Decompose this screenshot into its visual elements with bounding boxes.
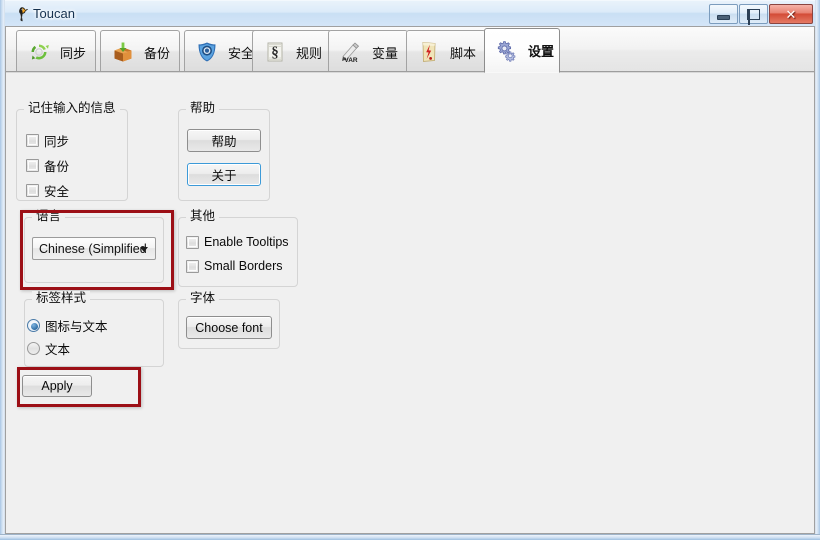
tab-backup[interactable]: 备份 bbox=[100, 30, 180, 73]
settings-page: 记住输入的信息 同步 备份 安全 帮助 帮助 关于 语言 Chinese (Si… bbox=[6, 73, 814, 533]
radio-box[interactable] bbox=[27, 319, 40, 332]
chevron-down-icon[interactable] bbox=[140, 246, 148, 252]
apply-button-label: Apply bbox=[41, 379, 73, 393]
tab-bar: 同步 备份 安全 § 规则 VAR 变量 脚本 设置 bbox=[6, 27, 814, 73]
checkbox-box[interactable] bbox=[186, 259, 199, 273]
backup-icon bbox=[111, 40, 135, 64]
checkbox-remember-backup[interactable]: 备份 bbox=[26, 156, 69, 175]
title-bar[interactable]: Toucan ✕ bbox=[0, 0, 820, 27]
window-frame-right bbox=[815, 0, 820, 540]
checkbox-box[interactable] bbox=[26, 159, 39, 172]
client-area: 同步 备份 安全 § 规则 VAR 变量 脚本 设置 记住输入的信息 同步 备份… bbox=[5, 26, 815, 534]
svg-text:VAR: VAR bbox=[344, 57, 358, 64]
tab-settings[interactable]: 设置 bbox=[484, 28, 560, 73]
checkbox-enable-tooltips[interactable]: Enable Tooltips bbox=[186, 235, 289, 249]
tab-variables[interactable]: VAR 变量 bbox=[328, 30, 408, 73]
help-button-label: 帮助 bbox=[211, 135, 237, 149]
tab-settings-label: 设置 bbox=[528, 44, 555, 59]
help-group-title: 帮助 bbox=[186, 101, 220, 115]
tab-rules-label: 规则 bbox=[296, 45, 323, 61]
about-button-label: 关于 bbox=[211, 169, 237, 183]
tab-script[interactable]: 脚本 bbox=[406, 30, 486, 73]
checkbox-box[interactable] bbox=[26, 134, 39, 147]
language-group-title: 语言 bbox=[32, 209, 66, 223]
other-group: 其他 bbox=[178, 209, 298, 287]
checkbox-label: 备份 bbox=[44, 160, 70, 174]
window-frame-bottom bbox=[0, 534, 820, 540]
font-group-title: 字体 bbox=[186, 291, 220, 305]
rules-icon: § bbox=[263, 40, 287, 64]
checkbox-remember-secure[interactable]: 安全 bbox=[26, 181, 69, 200]
tab-backup-label: 备份 bbox=[144, 45, 171, 61]
minimize-icon bbox=[710, 5, 737, 23]
maximize-icon bbox=[740, 5, 767, 25]
tab-rules[interactable]: § 规则 bbox=[252, 30, 332, 73]
checkbox-label: 安全 bbox=[44, 185, 70, 199]
maximize-button[interactable] bbox=[739, 4, 768, 25]
window-title: Toucan bbox=[33, 6, 75, 21]
sync-icon bbox=[27, 40, 51, 64]
help-button[interactable]: 帮助 bbox=[187, 129, 261, 152]
checkbox-label: Small Borders bbox=[204, 259, 283, 273]
tab-style-group-title: 标签样式 bbox=[32, 291, 91, 305]
variables-icon: VAR bbox=[339, 40, 363, 64]
application-window: Toucan ✕ 同步 备份 安全 § 规则 VAR 变量 脚本 设置 记住输入… bbox=[0, 0, 820, 540]
close-icon: ✕ bbox=[785, 6, 797, 22]
choose-font-button[interactable]: Choose font bbox=[186, 316, 272, 339]
other-group-title: 其他 bbox=[186, 209, 220, 223]
settings-icon bbox=[495, 39, 519, 63]
tab-script-label: 脚本 bbox=[450, 45, 477, 61]
tab-sync-label: 同步 bbox=[60, 45, 87, 61]
checkbox-box[interactable] bbox=[26, 184, 39, 197]
minimize-button[interactable] bbox=[709, 4, 738, 24]
checkbox-small-borders[interactable]: Small Borders bbox=[186, 259, 283, 273]
svg-text:§: § bbox=[271, 45, 279, 61]
help-group: 帮助 bbox=[178, 101, 270, 201]
language-select-value: Chinese (Simplified bbox=[39, 241, 147, 256]
apply-button[interactable]: Apply bbox=[22, 375, 92, 397]
checkbox-label: Enable Tooltips bbox=[204, 235, 289, 249]
tab-variables-label: 变量 bbox=[372, 45, 399, 61]
checkbox-remember-sync[interactable]: 同步 bbox=[26, 131, 69, 150]
close-button[interactable]: ✕ bbox=[769, 4, 813, 24]
tab-sync[interactable]: 同步 bbox=[16, 30, 96, 73]
choose-font-button-label: Choose font bbox=[195, 320, 263, 335]
radio-box[interactable] bbox=[27, 342, 40, 355]
remember-input-group-title: 记住输入的信息 bbox=[24, 101, 120, 115]
language-select[interactable]: Chinese (Simplified bbox=[32, 237, 156, 260]
about-button[interactable]: 关于 bbox=[187, 163, 261, 186]
tab-secure-label: 安全 bbox=[228, 45, 255, 61]
script-icon bbox=[417, 40, 441, 64]
shield-icon bbox=[195, 40, 219, 64]
checkbox-label: 同步 bbox=[44, 135, 70, 149]
radio-label: 文本 bbox=[45, 343, 71, 357]
checkbox-box[interactable] bbox=[186, 235, 199, 249]
radio-label: 图标与文本 bbox=[45, 320, 108, 334]
toucan-icon bbox=[11, 5, 29, 23]
radio-text-only[interactable]: 文本 bbox=[27, 339, 70, 358]
radio-icons-and-text[interactable]: 图标与文本 bbox=[27, 316, 108, 335]
